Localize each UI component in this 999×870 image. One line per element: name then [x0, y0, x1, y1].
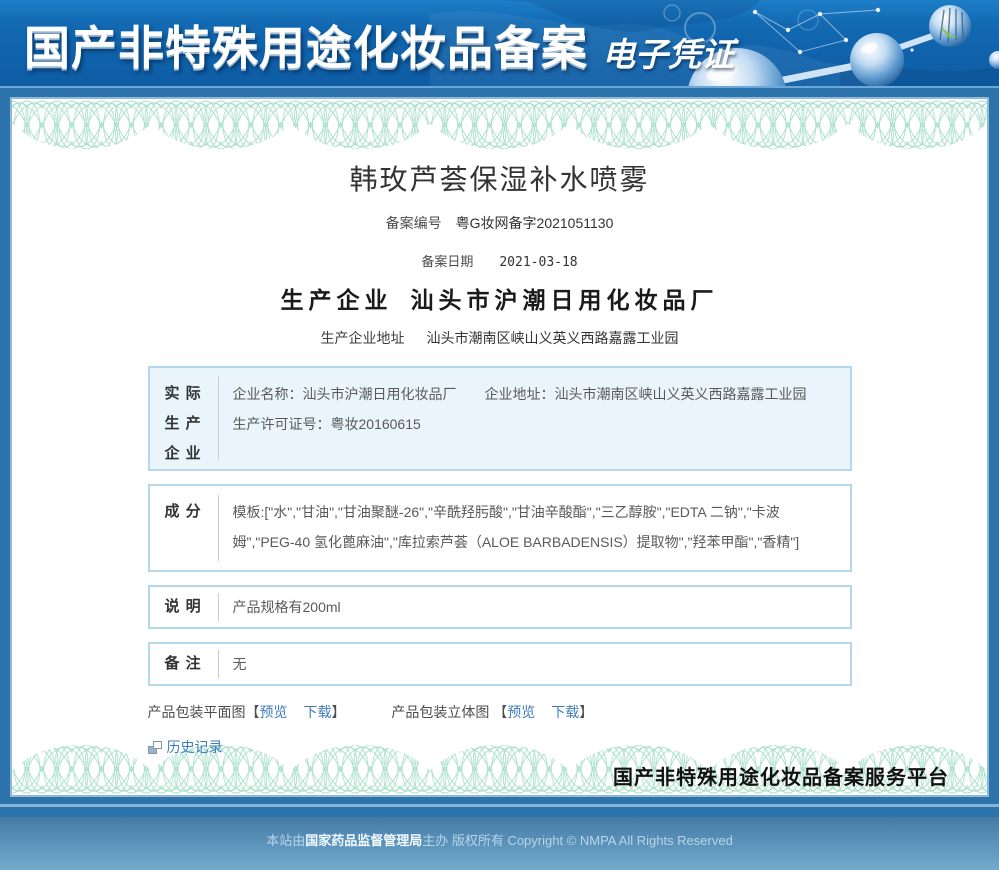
attachments-row: 产品包装平面图【预览 下载】 产品包装立体图 【预览 下载】 [148, 702, 852, 722]
history-link[interactable]: 历史记录 [167, 737, 223, 757]
row-label: 说 明 [164, 598, 202, 615]
site-subtitle: 电子凭证 [602, 38, 734, 74]
page-header-banner: 国产非特殊用途化妆品备案 电子凭证 [0, 0, 999, 88]
bracket-open: 【 [245, 704, 260, 720]
platform-name: 国产非特殊用途化妆品备案服务平台 [613, 767, 949, 789]
manufacturer-address-label: 生产企业地址 [320, 330, 405, 346]
stereo-download-link[interactable]: 下载 [551, 704, 579, 720]
row-divider [217, 377, 219, 460]
table-row-ingredients: 成 分 模板:["水","甘油","甘油聚醚-26","辛酰羟肟酸","甘油辛酸… [147, 484, 852, 572]
stereo-preview-link[interactable]: 预览 [507, 704, 535, 720]
record-date-line: 备案日期 2021-03-18 [12, 251, 987, 270]
pre-footer-strip [0, 797, 999, 817]
page: 国产非特殊用途化妆品备案 电子凭证 韩玫芦荟保湿补水喷雾 备案编号 粤G妆网备字… [0, 0, 999, 870]
manufacturer-label: 生产企业 [280, 288, 393, 313]
flat-package-label: 产品包装平面图 [147, 704, 246, 720]
flat-package-group: 产品包装平面图【预览 下载】 [148, 704, 350, 720]
divider-line [0, 804, 999, 807]
record-number-line: 备案编号 粤G妆网备字2021051130 [12, 213, 987, 233]
table-row-remarks: 备 注 无 [147, 642, 852, 686]
table-row-actual-manufacturer: 实 际 生 产 企 业 企业名称：汕头市沪潮日用化妆品厂 企业地址：汕头市潮南区… [147, 366, 852, 471]
row-label: 成 分 [164, 503, 202, 520]
product-name: 韩玫芦荟保湿补水喷雾 [349, 164, 650, 195]
row-content: 企业名称：汕头市沪潮日用化妆品厂 企业地址：汕头市潮南区峡山义英义西路嘉露工业园… [232, 386, 835, 432]
manufacturer-address-value: 汕头市潮南区峡山义英义西路嘉露工业园 [426, 330, 679, 346]
record-date-label: 备案日期 [421, 254, 474, 269]
footer-prefix: 本站由 [266, 833, 306, 848]
manufacturer-address-line: 生产企业地址 汕头市潮南区峡山义英义西路嘉露工业园 [12, 328, 987, 348]
row-divider [217, 650, 219, 678]
row-content: 无 [232, 656, 247, 672]
page-footer: 本站由国家药品监督管理局主办 版权所有 Copyright © NMPA All… [0, 817, 999, 870]
flat-preview-link[interactable]: 预览 [260, 704, 288, 720]
stereo-package-group: 产品包装立体图 【预览 下载】 [391, 704, 593, 720]
flat-download-link[interactable]: 下载 [304, 704, 332, 720]
header-titles: 国产非特殊用途化妆品备案 电子凭证 [24, 12, 734, 78]
record-number-label: 备案编号 [385, 215, 442, 231]
table-row-description: 说 明 产品规格有200ml [147, 585, 852, 629]
bracket-close: 】 [331, 704, 346, 720]
row-content: 模板:["水","甘油","甘油聚醚-26","辛酰羟肟酸","甘油辛酸酯","… [232, 504, 800, 550]
bracket-open: 【 [493, 704, 508, 720]
record-date-value: 2021-03-18 [499, 255, 578, 270]
record-number-value: 粤G妆网备字2021051130 [455, 215, 614, 231]
row-divider [217, 593, 219, 621]
history-row: 历史记录 [147, 737, 852, 757]
certificate-panel: 韩玫芦荟保湿补水喷雾 备案编号 粤G妆网备字2021051130 备案日期 2021… [10, 97, 989, 797]
info-table: 实 际 生 产 企 业 企业名称：汕头市沪潮日用化妆品厂 企业地址：汕头市潮南区… [147, 366, 852, 686]
stereo-package-label: 产品包装立体图 [391, 704, 490, 720]
row-divider [217, 495, 219, 561]
history-windows-icon [147, 740, 162, 754]
manufacturer-value: 汕头市沪潮日用化妆品厂 [410, 288, 719, 313]
nmpa-link[interactable]: 国家药品监督管理局 [305, 833, 422, 848]
bracket-close: 】 [579, 704, 594, 720]
footer-suffix: 主办 版权所有 Copyright © NMPA All Rights Rese… [422, 833, 733, 848]
site-title: 国产非特殊用途化妆品备案 [24, 22, 588, 74]
guilloche-border-top [12, 99, 987, 149]
row-content: 产品规格有200ml [232, 599, 341, 615]
row-label: 实 际 生 产 企 业 [164, 385, 202, 462]
manufacturer-line: 生产企业 汕头市沪潮日用化妆品厂 [12, 286, 987, 316]
row-label: 备 注 [164, 655, 202, 672]
